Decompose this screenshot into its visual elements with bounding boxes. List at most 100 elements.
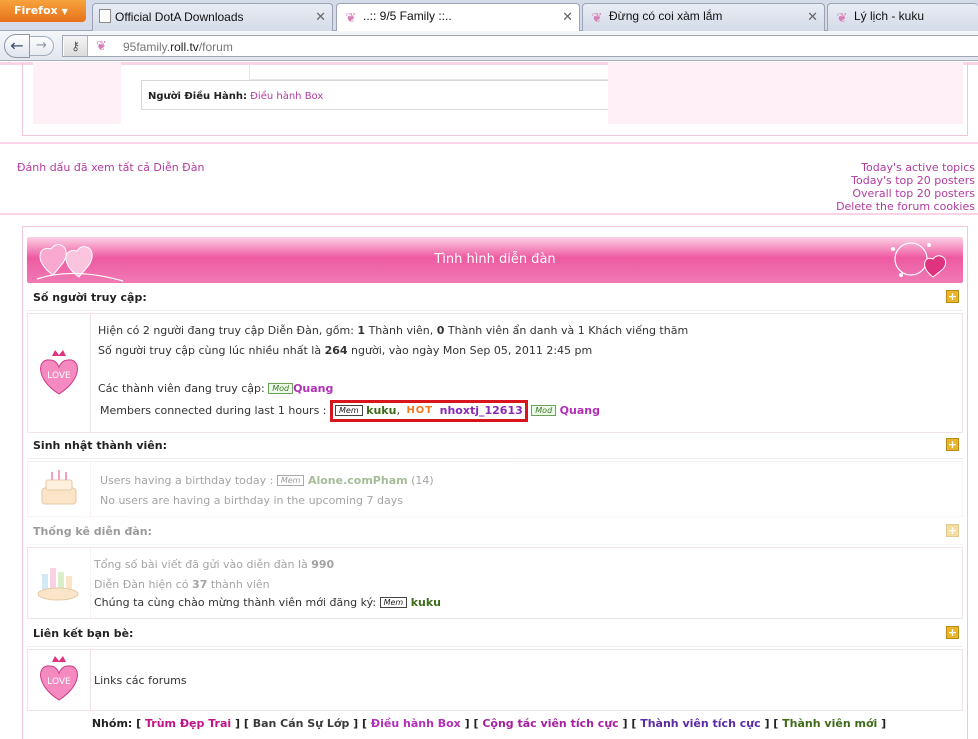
- mem-badge-icon: Mem: [379, 597, 408, 608]
- tab-official-dota[interactable]: Official DotA Downloads ✕: [92, 3, 333, 31]
- user-link-nhoxtj[interactable]: nhoxtj_12613: [440, 404, 523, 417]
- highlighted-users: Mem kuku, HOT nhoxtj_12613: [330, 400, 528, 422]
- dropdown-arrow-icon: ▼: [61, 7, 68, 16]
- butterfly-icon: ❦: [345, 10, 357, 25]
- close-tab-icon[interactable]: ✕: [562, 9, 573, 25]
- online-row: LOVE Hiện có 2 người đang truy cập Diễn …: [27, 313, 963, 433]
- love-heart-icon: LOVE: [28, 314, 91, 432]
- user-link-kuku[interactable]: kuku: [411, 596, 441, 609]
- expand-icon[interactable]: +: [946, 626, 959, 639]
- hot-badge-icon: HOT: [406, 405, 434, 416]
- expand-icon[interactable]: +: [946, 438, 959, 451]
- friends-text: Links các forums: [94, 674, 187, 687]
- online-users-label: Các thành viên đang truy cập:: [98, 382, 265, 395]
- mem-badge-icon: Mem: [276, 475, 305, 486]
- text: Diễn Đàn hiện có: [94, 578, 193, 591]
- expand-icon[interactable]: +: [946, 524, 959, 537]
- forum-stats-row: Tổng số bài viết đã gửi vào diễn đàn là …: [27, 547, 963, 619]
- forum-page: Người Điều Hành: Điều hành Box Đánh dấu …: [0, 62, 978, 739]
- heart-swirl-icon: [891, 242, 947, 278]
- moderator-link[interactable]: Điều hành Box: [250, 91, 323, 102]
- firefox-menu-label: Firefox: [14, 4, 58, 17]
- today-active-topics-link[interactable]: Today's active topics: [861, 161, 975, 174]
- record-count: 264: [324, 344, 348, 357]
- online-title: Số người truy cập:: [33, 291, 147, 304]
- mod-badge-icon: Mod: [531, 405, 557, 416]
- url-bar[interactable]: ⚷ ❦ 95family.roll.tv/forum: [62, 35, 978, 57]
- groups-legend: Nhóm: [ Trùm Đẹp Trai ] [ Ban Cán Sự Lớp…: [91, 717, 887, 730]
- back-arrow-icon[interactable]: ←: [4, 34, 30, 58]
- birthday-row: Users having a birthday today : Mem Alon…: [27, 461, 963, 517]
- close-tab-icon[interactable]: ✕: [315, 9, 326, 25]
- online-count-line: Hiện có 2 người đang truy cập Diễn Đàn, …: [98, 324, 688, 337]
- delete-cookies-link[interactable]: Delete the forum cookies: [836, 200, 975, 213]
- tab-title: ..:: 9/5 Family ::..: [363, 9, 452, 23]
- browser-nav-bar: ← → ⚷ ❦ 95family.roll.tv/forum: [0, 31, 978, 61]
- mark-all-read-link[interactable]: Đánh dấu đã xem tất cả Diễn Đàn: [17, 161, 204, 174]
- user-link-alone[interactable]: Alone.comPham: [308, 474, 408, 487]
- group-link-cong-tac-vien[interactable]: Cộng tác viên tích cực: [482, 717, 618, 730]
- record-line: Số người truy cập cùng lúc nhiều nhất là…: [98, 344, 592, 357]
- previous-category-box: Người Điều Hành: Điều hành Box: [22, 62, 968, 136]
- expand-icon[interactable]: +: [946, 290, 959, 303]
- online-users-line: Các thành viên đang truy cập: Mod Quang: [98, 382, 333, 395]
- stats-header: Tình hình diễn đàn: [27, 237, 963, 283]
- group-link-dieu-hanh-box[interactable]: Điều hành Box: [371, 717, 461, 730]
- today-top-posters-link[interactable]: Today's top 20 posters: [851, 174, 975, 187]
- text: Số người truy cập cùng lúc nhiều nhất là: [98, 344, 325, 357]
- text: thành viên: [207, 578, 270, 591]
- svg-text:LOVE: LOVE: [47, 677, 71, 687]
- tab-ly-lich-kuku[interactable]: ❦ Lý lịch - kuku: [827, 3, 978, 31]
- members-count: 1: [357, 324, 366, 337]
- friends-section-title: Liên kết bạn bè: +: [27, 621, 963, 647]
- last-post-cell: [608, 62, 963, 124]
- text: Thành viên ẩn danh và 1 Khách viếng thăm: [444, 324, 689, 337]
- tab-title: Lý lịch - kuku: [854, 9, 925, 23]
- members-total: 37: [192, 578, 208, 591]
- online-section-title: Số người truy cập: +: [27, 285, 963, 311]
- forum-stats-box: Tình hình diễn đàn Số người truy cập: + …: [22, 226, 968, 739]
- group-link-thanh-vien-moi[interactable]: Thành viên mới: [782, 717, 877, 730]
- tab-title: Official DotA Downloads: [115, 10, 244, 24]
- moderator-label: Người Điều Hành:: [148, 91, 247, 102]
- url-host: roll.tv: [170, 40, 199, 54]
- friends-row: LOVE Links các forums: [27, 649, 963, 711]
- posts-line: Tổng số bài viết đã gửi vào diễn đàn là …: [94, 558, 334, 571]
- category-icon-cell: [33, 62, 121, 124]
- birthday-today-line: Users having a birthday today : Mem Alon…: [100, 474, 434, 487]
- key-icon[interactable]: ⚷: [64, 36, 88, 56]
- text: người, vào ngày Mon Sep 05, 2011 2:45 pm: [347, 344, 593, 357]
- mod-badge-icon: Mod: [268, 383, 294, 394]
- birthday-title: Sinh nhật thành viên:: [33, 439, 167, 452]
- forward-arrow-icon[interactable]: →: [30, 36, 54, 56]
- friends-title: Liên kết bạn bè:: [33, 627, 134, 640]
- tab-dung-co-coi[interactable]: ❦ Đừng có coi xàm lắm ✕: [582, 3, 825, 31]
- birthday-upcoming: No users are having a birthday in the up…: [100, 494, 403, 507]
- user-link-kuku[interactable]: kuku: [366, 404, 396, 417]
- user-link-quang[interactable]: Quang: [560, 404, 600, 417]
- forum-stats-title: Thống kê diễn đàn:: [33, 525, 153, 538]
- newest-member-line: Chúng ta cùng chào mừng thành viên mới đ…: [94, 596, 441, 609]
- mem-badge-icon: Mem: [335, 405, 363, 416]
- last-hour-label: Members connected during last 1 hours :: [100, 404, 327, 417]
- overall-top-posters-link[interactable]: Overall top 20 posters: [852, 187, 975, 200]
- butterfly-icon: ❦: [591, 10, 603, 25]
- butterfly-icon: ❦: [96, 39, 107, 54]
- url-text[interactable]: 95family.roll.tv/forum: [123, 40, 233, 54]
- close-tab-icon[interactable]: ✕: [807, 9, 818, 25]
- group-link-thanh-vien-tich-cuc[interactable]: Thành viên tích cực: [640, 717, 760, 730]
- stats-chart-icon: [28, 548, 91, 618]
- url-path: /forum: [198, 40, 233, 54]
- cake-icon: [28, 462, 91, 516]
- forum-stats-section-title: Thống kê diễn đàn: +: [27, 519, 963, 545]
- group-link-trum-dep-trai[interactable]: Trùm Đẹp Trai: [145, 717, 231, 730]
- browser-tab-bar: Firefox ▼ Official DotA Downloads ✕ ❦..::…: [0, 0, 978, 32]
- birthday-today-label: Users having a birthday today :: [100, 474, 274, 487]
- firefox-menu-button[interactable]: Firefox ▼: [0, 0, 86, 22]
- user-link-quang[interactable]: Quang: [293, 382, 333, 395]
- group-link-ban-can-su[interactable]: Ban Cán Sự Lớp: [253, 717, 350, 730]
- butterfly-icon: ❦: [836, 10, 848, 25]
- moderator-box: Người Điều Hành: Điều hành Box: [141, 80, 625, 110]
- tab-95-family[interactable]: ❦ ..:: 9/5 Family ::.. ✕: [336, 3, 580, 32]
- divider: [0, 213, 978, 215]
